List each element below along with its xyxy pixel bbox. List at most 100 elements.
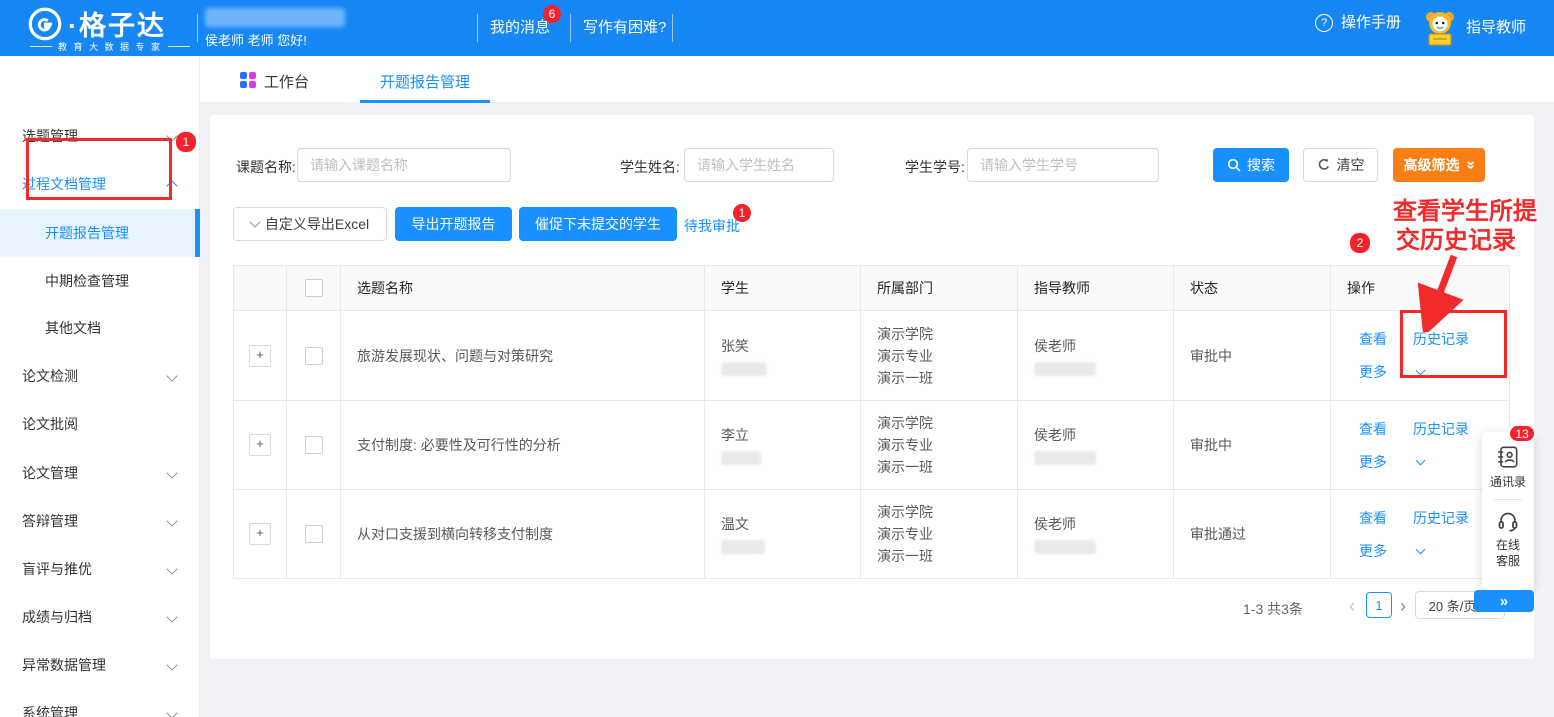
clear-button[interactable]: 清空 xyxy=(1303,148,1378,182)
workbench-grid-icon xyxy=(240,72,256,88)
view-link[interactable]: 查看 xyxy=(1359,329,1387,349)
row-expand-button[interactable]: + xyxy=(249,523,271,545)
row-checkbox-cell xyxy=(287,490,341,579)
sidebar-item-abnormal-data[interactable]: 异常数据管理 xyxy=(22,655,106,675)
manual-link[interactable]: ? 操作手册 xyxy=(1315,13,1401,33)
filter-student-id-label: 学生学号: xyxy=(905,157,965,177)
sidebar-item-paper-check[interactable]: 论文检测 xyxy=(22,366,78,386)
dept-major: 演示专业 xyxy=(877,434,933,456)
urge-unsubmitted-students-button[interactable]: 催促下未提交的学生 xyxy=(519,207,677,241)
column-header-status: 状态 xyxy=(1174,266,1331,311)
pagination-next[interactable]: › xyxy=(1400,593,1406,619)
sidebar-item-other-docs[interactable]: 其他文档 xyxy=(45,318,101,338)
export-proposal-report-button[interactable]: 导出开题报告 xyxy=(395,207,512,241)
view-link[interactable]: 查看 xyxy=(1359,419,1387,439)
pending-approval-link[interactable]: 待我审批 xyxy=(684,216,740,236)
more-link[interactable]: 更多 xyxy=(1359,541,1387,561)
online-service-label-line2[interactable]: 客服 xyxy=(1496,553,1520,569)
filter-topic-label: 课题名称: xyxy=(236,157,296,177)
chevron-down-icon xyxy=(166,611,177,622)
topic-cell: 支付制度: 必要性及可行性的分析 xyxy=(341,401,705,490)
mascot-icon xyxy=(1420,8,1460,48)
header-divider xyxy=(672,14,673,42)
column-header-student: 学生 xyxy=(705,266,861,311)
search-label: 搜索 xyxy=(1247,155,1275,175)
student-id-input[interactable] xyxy=(967,148,1159,182)
status-cell: 审批通过 xyxy=(1174,490,1331,579)
online-service-label-line1[interactable]: 在线 xyxy=(1496,537,1520,553)
student-name-input[interactable] xyxy=(684,148,834,182)
student-name: 温文 xyxy=(721,514,749,534)
sidebar-item-paper-mgmt[interactable]: 论文管理 xyxy=(22,463,78,483)
history-link[interactable]: 历史记录 xyxy=(1413,329,1469,349)
department-cell: 演示学院 演示专业 演示一班 xyxy=(861,401,1018,490)
messages-badge: 6 xyxy=(543,5,561,23)
panel-divider xyxy=(1494,499,1522,500)
student-id-blurred xyxy=(721,451,761,465)
contacts-label[interactable]: 通讯录 xyxy=(1490,474,1526,490)
more-link[interactable]: 更多 xyxy=(1359,362,1387,382)
writing-help-link[interactable]: 写作有困难? xyxy=(583,18,666,38)
grid-square xyxy=(249,72,256,79)
annotation-text-line2: 交历史记录 xyxy=(1396,226,1516,255)
contacts-icon[interactable] xyxy=(1495,444,1521,470)
sidebar-active-bar xyxy=(195,209,200,257)
dept-class: 演示一班 xyxy=(877,456,933,478)
tab-workbench[interactable]: 工作台 xyxy=(264,71,309,92)
sidebar-item-proposal-report[interactable]: 开题报告管理 xyxy=(45,223,129,243)
advisor-id-blurred xyxy=(1034,540,1096,554)
sidebar-item-blind-review[interactable]: 盲评与推优 xyxy=(22,559,92,579)
row-expand-button[interactable]: + xyxy=(249,345,271,367)
search-icon xyxy=(1227,158,1241,172)
dept-major: 演示专业 xyxy=(877,523,933,545)
student-cell: 温文 xyxy=(705,490,861,579)
sidebar-item-process-docs[interactable]: 过程文档管理 xyxy=(22,174,106,194)
history-link[interactable]: 历史记录 xyxy=(1413,419,1469,439)
column-header-advisor: 指导教师 xyxy=(1018,266,1174,311)
pagination-prev[interactable]: ‹ xyxy=(1349,593,1355,619)
sidebar-item-midterm-check[interactable]: 中期检查管理 xyxy=(45,271,129,291)
step1-badge: 1 xyxy=(176,132,196,152)
sidebar-item-defense-mgmt[interactable]: 答辩管理 xyxy=(22,511,78,531)
history-link[interactable]: 历史记录 xyxy=(1413,508,1469,528)
tagline-dash-right xyxy=(168,46,190,47)
logo-tagline-row: 教 育 大 数 据 专 家 xyxy=(30,40,190,53)
step2-badge: 2 xyxy=(1350,233,1370,253)
dept-college: 演示学院 xyxy=(877,412,933,434)
collapse-panel-button[interactable]: » xyxy=(1474,590,1534,612)
select-all-checkbox[interactable] xyxy=(305,279,323,297)
sidebar-item-system-mgmt[interactable]: 系统管理 xyxy=(22,703,78,717)
custom-export-excel-button[interactable]: 自定义导出Excel xyxy=(233,207,387,241)
advanced-filter-button[interactable]: 高级筛选 » xyxy=(1393,148,1485,182)
row-expand-button[interactable]: + xyxy=(249,434,271,456)
tab-proposal-report-mgmt[interactable]: 开题报告管理 xyxy=(380,71,470,92)
header-expander-col xyxy=(234,266,287,311)
row-checkbox[interactable] xyxy=(305,347,323,365)
view-link[interactable]: 查看 xyxy=(1359,508,1387,528)
pagination-page-1[interactable]: 1 xyxy=(1366,592,1392,618)
filter-student-name-label: 学生姓名: xyxy=(620,157,680,177)
advisor-name: 侯老师 xyxy=(1034,514,1076,534)
export-proposal-report-label: 导出开题报告 xyxy=(412,214,496,234)
logo-text: ·格子达 xyxy=(68,4,166,43)
topic-name-input[interactable] xyxy=(297,148,511,182)
row-checkbox[interactable] xyxy=(305,436,323,454)
role-label: 指导教师 xyxy=(1466,18,1526,38)
double-chevron-down-icon: » xyxy=(1461,161,1479,170)
headset-icon[interactable] xyxy=(1496,509,1520,533)
brand-logo: ·格子达 xyxy=(26,4,166,43)
advisor-cell: 侯老师 xyxy=(1018,311,1174,401)
dept-class: 演示一班 xyxy=(877,367,933,389)
advisor-id-blurred xyxy=(1034,451,1096,465)
header-divider xyxy=(477,14,478,42)
row-checkbox[interactable] xyxy=(305,525,323,543)
search-button[interactable]: 搜索 xyxy=(1213,148,1289,182)
status-cell: 审批中 xyxy=(1174,401,1331,490)
sidebar-item-topic-mgmt[interactable]: 选题管理 xyxy=(22,126,78,146)
more-link[interactable]: 更多 xyxy=(1359,452,1387,472)
sidebar-item-grades-archive[interactable]: 成绩与归档 xyxy=(22,607,92,627)
advanced-filter-label: 高级筛选 xyxy=(1404,155,1460,175)
top-header: ·格子达 教 育 大 数 据 专 家 侯老师 老师 您好! 我的消息 6 写作有… xyxy=(0,0,1554,56)
sidebar-item-paper-review[interactable]: 论文批阅 xyxy=(22,414,78,434)
my-messages-link[interactable]: 我的消息 xyxy=(490,18,550,38)
